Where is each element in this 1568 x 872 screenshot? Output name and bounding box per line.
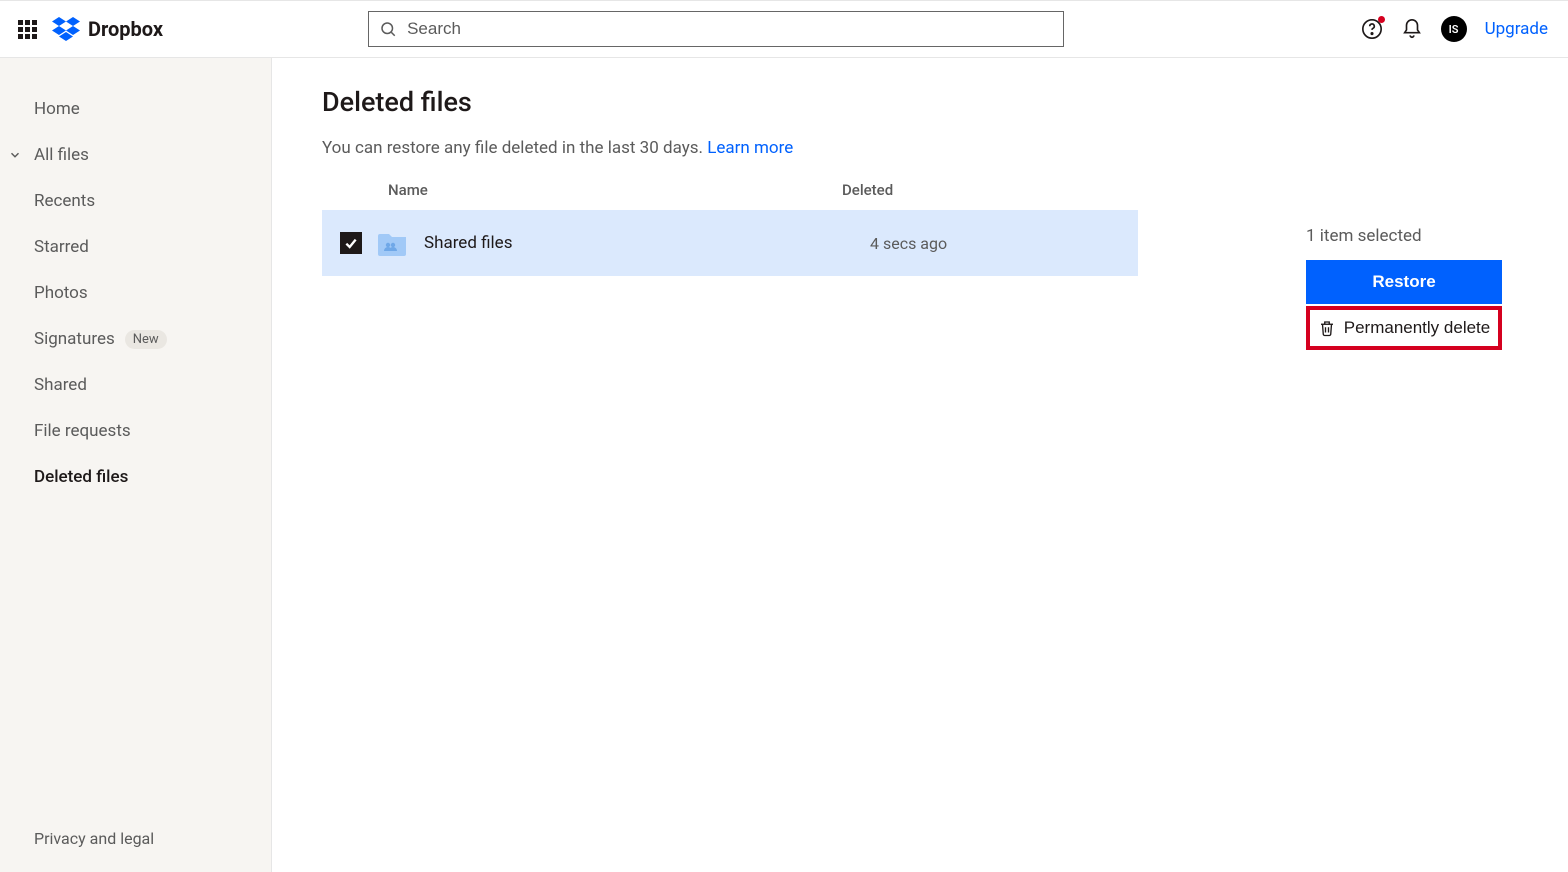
sidebar-item-label: Signatures	[34, 329, 115, 349]
sidebar-item-home[interactable]: Home	[0, 86, 271, 132]
dropbox-icon	[52, 17, 80, 41]
sidebar-item-deleted-files[interactable]: Deleted files	[0, 454, 271, 500]
restore-button[interactable]: Restore	[1306, 260, 1502, 304]
permanently-delete-button[interactable]: Permanently delete	[1306, 306, 1502, 350]
search-icon	[379, 20, 397, 38]
sidebar-item-starred[interactable]: Starred	[0, 224, 271, 270]
chevron-down-icon	[8, 148, 22, 162]
search-input[interactable]	[407, 19, 1053, 39]
apps-grid-icon[interactable]	[16, 18, 38, 40]
notification-dot-icon	[1378, 16, 1385, 23]
page-title: Deleted files	[322, 86, 1256, 118]
sidebar-item-label: File requests	[34, 421, 131, 441]
privacy-legal-link[interactable]: Privacy and legal	[0, 829, 271, 872]
bell-icon[interactable]	[1401, 18, 1423, 40]
avatar[interactable]: IS	[1441, 16, 1467, 42]
brand-name: Dropbox	[88, 17, 163, 41]
subtitle-text: You can restore any file deleted in the …	[322, 138, 707, 158]
sidebar-nav: Home All files Recents Starred Photos Si…	[0, 86, 271, 500]
row-checkbox[interactable]	[340, 232, 362, 254]
row-name: Shared files	[424, 233, 856, 253]
sidebar-item-shared[interactable]: Shared	[0, 362, 271, 408]
permanently-delete-label: Permanently delete	[1344, 318, 1490, 338]
sidebar-item-label: Photos	[34, 283, 88, 303]
new-badge: New	[125, 330, 167, 349]
column-name[interactable]: Name	[388, 181, 842, 199]
sidebar-item-label: Recents	[34, 191, 95, 211]
column-deleted[interactable]: Deleted	[842, 181, 1102, 199]
sidebar: Home All files Recents Starred Photos Si…	[0, 58, 272, 872]
trash-icon	[1318, 319, 1336, 337]
action-panel: 1 item selected Restore Permanently dele…	[1306, 58, 1568, 872]
row-deleted-time: 4 secs ago	[870, 234, 947, 253]
shared-folder-icon	[376, 230, 410, 256]
deleted-files-table: Name Deleted	[322, 170, 1138, 276]
search-bar[interactable]	[368, 11, 1064, 47]
selection-count: 1 item selected	[1306, 226, 1528, 246]
sidebar-item-all-files[interactable]: All files	[0, 132, 271, 178]
sidebar-item-label: Home	[34, 99, 80, 119]
main-area: Deleted files You can restore any file d…	[272, 58, 1568, 872]
sidebar-item-label: All files	[34, 145, 89, 165]
sidebar-item-label: Shared	[34, 375, 87, 395]
content: Deleted files You can restore any file d…	[272, 58, 1306, 872]
sidebar-item-label: Starred	[34, 237, 89, 257]
upgrade-link[interactable]: Upgrade	[1485, 19, 1548, 39]
table-header: Name Deleted	[322, 170, 1138, 210]
check-icon	[343, 235, 359, 251]
header-actions: IS Upgrade	[1361, 16, 1552, 42]
help-icon[interactable]	[1361, 18, 1383, 40]
sidebar-item-recents[interactable]: Recents	[0, 178, 271, 224]
table-row[interactable]: Shared files 4 secs ago	[322, 210, 1138, 276]
page-subtitle: You can restore any file deleted in the …	[322, 138, 1256, 158]
sidebar-item-photos[interactable]: Photos	[0, 270, 271, 316]
global-header: Dropbox IS Upgrade	[0, 0, 1568, 58]
sidebar-item-label: Deleted files	[34, 467, 128, 487]
brand-logo[interactable]: Dropbox	[52, 17, 163, 41]
sidebar-item-file-requests[interactable]: File requests	[0, 408, 271, 454]
sidebar-item-signatures[interactable]: Signatures New	[0, 316, 271, 362]
learn-more-link[interactable]: Learn more	[707, 138, 793, 158]
